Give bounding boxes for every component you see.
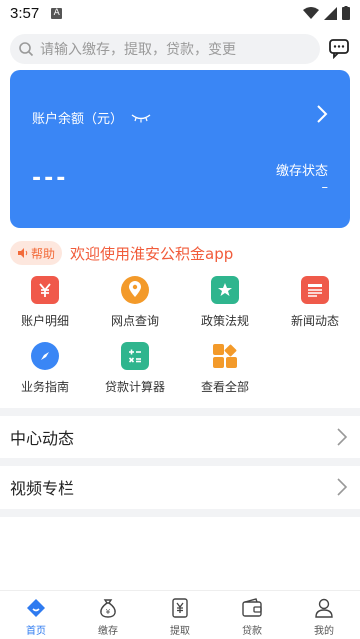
- home-icon: [27, 599, 45, 617]
- grid-item-guide[interactable]: 业务指南: [0, 342, 90, 395]
- tab-label: 我的: [314, 626, 334, 637]
- grid-label: 政策法规: [200, 314, 249, 328]
- status-time: 3:57: [10, 4, 40, 22]
- chevron-right-icon: [337, 478, 348, 496]
- chevron-right-icon[interactable]: [316, 104, 328, 124]
- tab-mine[interactable]: 我的: [288, 591, 360, 639]
- status-bar: 3:57 A: [0, 0, 360, 26]
- user-icon: [315, 598, 333, 618]
- tab-label: 提取: [170, 626, 190, 637]
- tab-label: 缴存: [98, 626, 118, 637]
- balance-value: ---: [32, 166, 69, 191]
- search-placeholder: 请输入缴存，提取，贷款，变更: [40, 42, 236, 58]
- balance-label: 账户余额（元）: [32, 112, 124, 127]
- yen-card-icon: [31, 276, 59, 304]
- message-icon[interactable]: [328, 37, 350, 59]
- svg-text:¥: ¥: [106, 608, 111, 616]
- grid-item-news[interactable]: 新闻动态: [270, 276, 360, 329]
- notification-a-icon: A: [51, 7, 63, 19]
- notice-row: 帮助 欢迎使用淮安公积金app: [10, 240, 350, 266]
- grid-label: 账户明细: [20, 314, 69, 328]
- grid-item-account-details[interactable]: 账户明细: [0, 276, 90, 329]
- signal-icon: [324, 6, 337, 20]
- tab-bar: 首页 ¥ 缴存 提取 贷款 我的: [0, 590, 360, 639]
- grid-item-policies[interactable]: 政策法规: [180, 276, 270, 329]
- divider: [0, 509, 360, 517]
- help-button[interactable]: 帮助: [10, 241, 63, 265]
- notice-text: 欢迎使用淮安公积金app: [70, 244, 234, 263]
- search-icon: [19, 42, 34, 57]
- grid-label: 业务指南: [20, 380, 69, 394]
- tab-home[interactable]: 首页: [0, 591, 72, 639]
- tab-withdraw[interactable]: 提取: [144, 591, 216, 639]
- star-document-icon: [211, 276, 239, 304]
- grid-label: 网点查询: [110, 314, 159, 328]
- divider: [0, 408, 360, 416]
- grid-item-outlet-query[interactable]: 网点查询: [90, 276, 180, 329]
- section-center-news[interactable]: 中心动态: [0, 417, 360, 457]
- tab-deposit[interactable]: ¥ 缴存: [72, 591, 144, 639]
- grid-label: 新闻动态: [290, 314, 339, 328]
- speaker-icon: [18, 248, 28, 258]
- status-icons: [303, 6, 350, 20]
- search-row: 请输入缴存，提取，贷款，变更: [10, 34, 350, 64]
- battery-icon: [342, 6, 350, 20]
- chevron-right-icon: [337, 428, 348, 446]
- deposit-status-value: –: [321, 180, 329, 195]
- yen-doc-icon: [172, 598, 188, 618]
- grid-label: 查看全部: [200, 380, 249, 394]
- news-icon: [301, 276, 329, 304]
- eye-closed-icon[interactable]: [131, 113, 151, 123]
- wifi-icon: [303, 6, 319, 19]
- grid-item-loan-calculator[interactable]: 贷款计算器: [90, 342, 180, 395]
- all-apps-icon: [211, 342, 239, 370]
- section-label: 中心动态: [10, 429, 75, 448]
- account-card[interactable]: 账户余额（元） --- 缴存状态 –: [10, 70, 350, 228]
- wallet-icon: [242, 598, 262, 617]
- deposit-status-label: 缴存状态: [275, 164, 328, 179]
- grid-label: 贷款计算器: [104, 380, 165, 394]
- calculator-icon: [121, 342, 149, 370]
- section-video-column[interactable]: 视频专栏: [0, 467, 360, 507]
- money-bag-icon: ¥: [100, 599, 116, 618]
- section-label: 视频专栏: [10, 479, 75, 498]
- help-label: 帮助: [31, 246, 56, 261]
- search-input[interactable]: 请输入缴存，提取，贷款，变更: [10, 34, 320, 64]
- tab-loan[interactable]: 贷款: [216, 591, 288, 639]
- location-pin-icon: [121, 276, 149, 304]
- divider: [0, 458, 360, 466]
- compass-icon: [31, 342, 59, 370]
- grid-item-view-all[interactable]: 查看全部: [180, 342, 270, 395]
- balance-label-row: 账户余额（元）: [32, 108, 151, 127]
- tab-label: 首页: [26, 626, 46, 637]
- tab-label: 贷款: [242, 626, 262, 637]
